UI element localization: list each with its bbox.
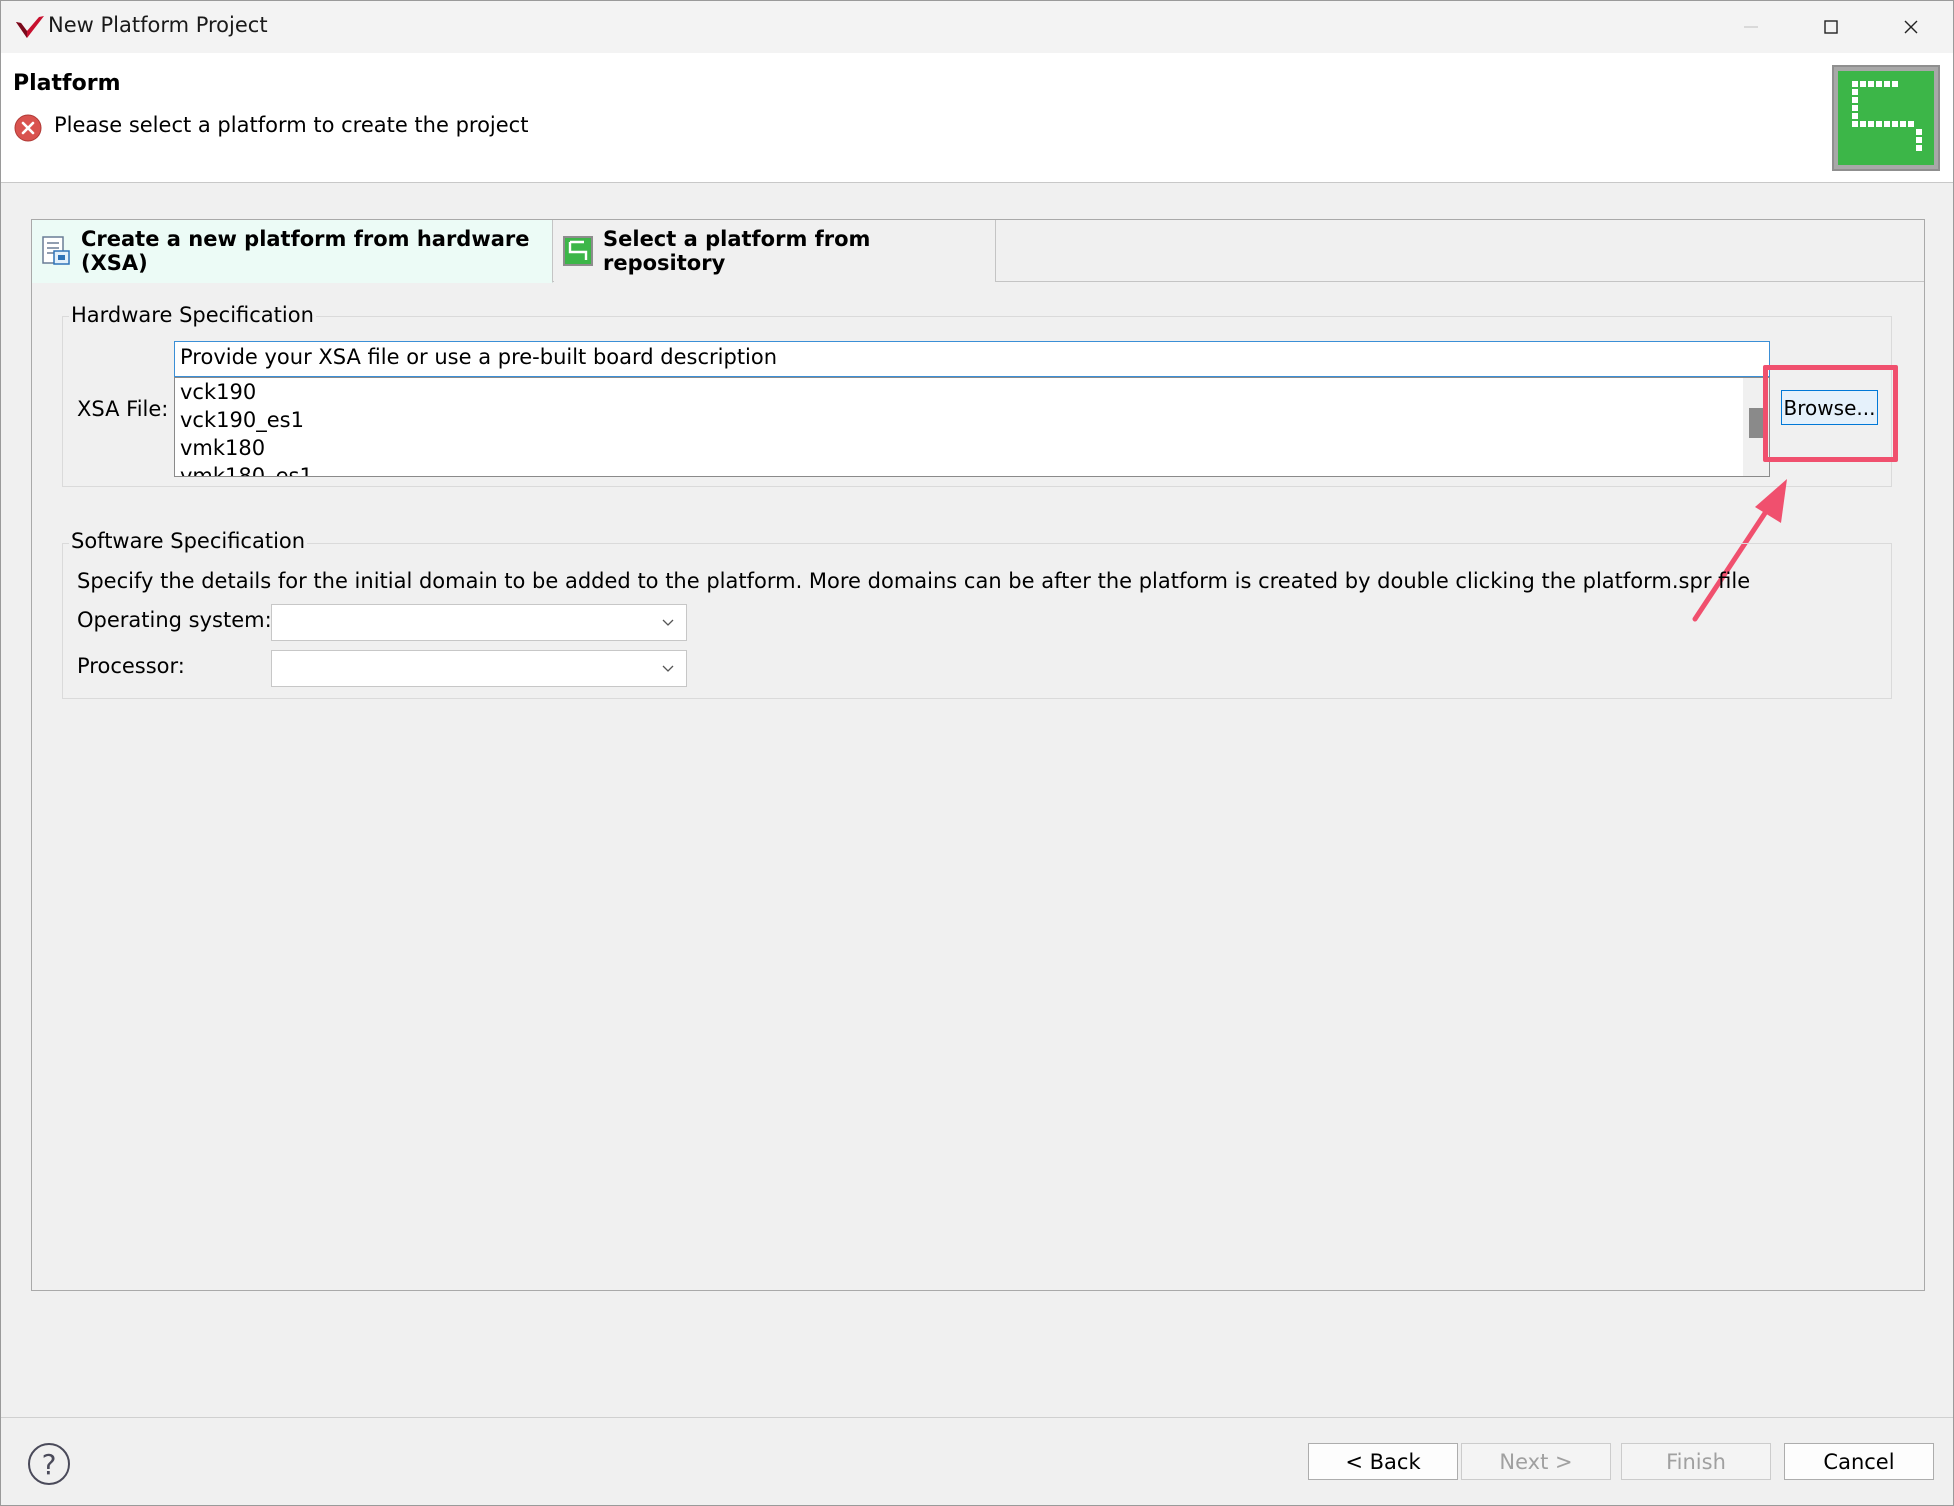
page-title: Platform — [13, 71, 121, 96]
dialog-window: New Platform Project Platform Please sel… — [0, 0, 1954, 1506]
xsa-board-list[interactable]: vck190 vck190_es1 vmk180 vmk180_es1 — [174, 377, 1770, 477]
list-item[interactable]: vmk180 — [175, 434, 1769, 462]
list-item[interactable]: vmk180_es1 — [175, 462, 1769, 476]
close-button[interactable] — [1871, 1, 1951, 53]
operating-system-select[interactable] — [271, 604, 687, 641]
platform-logo-icon — [1832, 65, 1940, 171]
error-icon — [14, 114, 42, 142]
tab-label: Create a new platform from hardware (XSA… — [81, 227, 530, 275]
list-item[interactable]: vck190_es1 — [175, 406, 1769, 434]
vivado-logo-icon — [16, 16, 44, 38]
chevron-down-icon — [662, 619, 674, 626]
operating-system-label: Operating system: — [77, 608, 272, 632]
xsa-file-label: XSA File: — [77, 397, 169, 421]
cancel-button[interactable]: Cancel — [1784, 1443, 1934, 1480]
close-icon — [1904, 20, 1918, 34]
maximize-button[interactable] — [1791, 1, 1871, 53]
wizard-header: Platform Please select a platform to cre… — [1, 53, 1953, 183]
footer-separator — [1, 1417, 1953, 1418]
tab-create-from-hardware[interactable]: Create a new platform from hardware (XSA… — [32, 220, 553, 283]
software-description: Specify the details for the initial doma… — [77, 569, 1751, 593]
maximize-icon — [1824, 20, 1838, 34]
annotation-highlight-box — [1763, 365, 1898, 462]
tab-strip: Create a new platform from hardware (XSA… — [32, 220, 1924, 283]
next-button[interactable]: Next > — [1461, 1443, 1611, 1480]
help-button[interactable]: ? — [28, 1443, 70, 1485]
title-bar: New Platform Project — [1, 1, 1953, 53]
error-message: Please select a platform to create the p… — [54, 113, 529, 137]
back-button[interactable]: < Back — [1308, 1443, 1458, 1480]
processor-label: Processor: — [77, 654, 185, 678]
xsa-file-input[interactable]: Provide your XSA file or use a pre-built… — [174, 341, 1770, 377]
chevron-down-icon — [662, 665, 674, 672]
hardware-specification-label: Hardware Specification — [69, 303, 316, 327]
help-icon: ? — [41, 1447, 57, 1481]
finish-button[interactable]: Finish — [1621, 1443, 1771, 1480]
tab-select-from-repository[interactable]: Select a platform from repository — [554, 220, 996, 282]
list-item[interactable]: vck190 — [175, 378, 1769, 406]
minimize-button[interactable] — [1711, 1, 1791, 53]
platform-repository-icon — [563, 236, 593, 266]
minimize-icon — [1744, 26, 1758, 28]
window-title: New Platform Project — [48, 13, 268, 37]
software-specification-label: Software Specification — [69, 529, 308, 553]
tab-label: Select a platform from repository — [603, 227, 871, 275]
hardware-file-icon — [42, 236, 70, 265]
processor-select[interactable] — [271, 650, 687, 687]
